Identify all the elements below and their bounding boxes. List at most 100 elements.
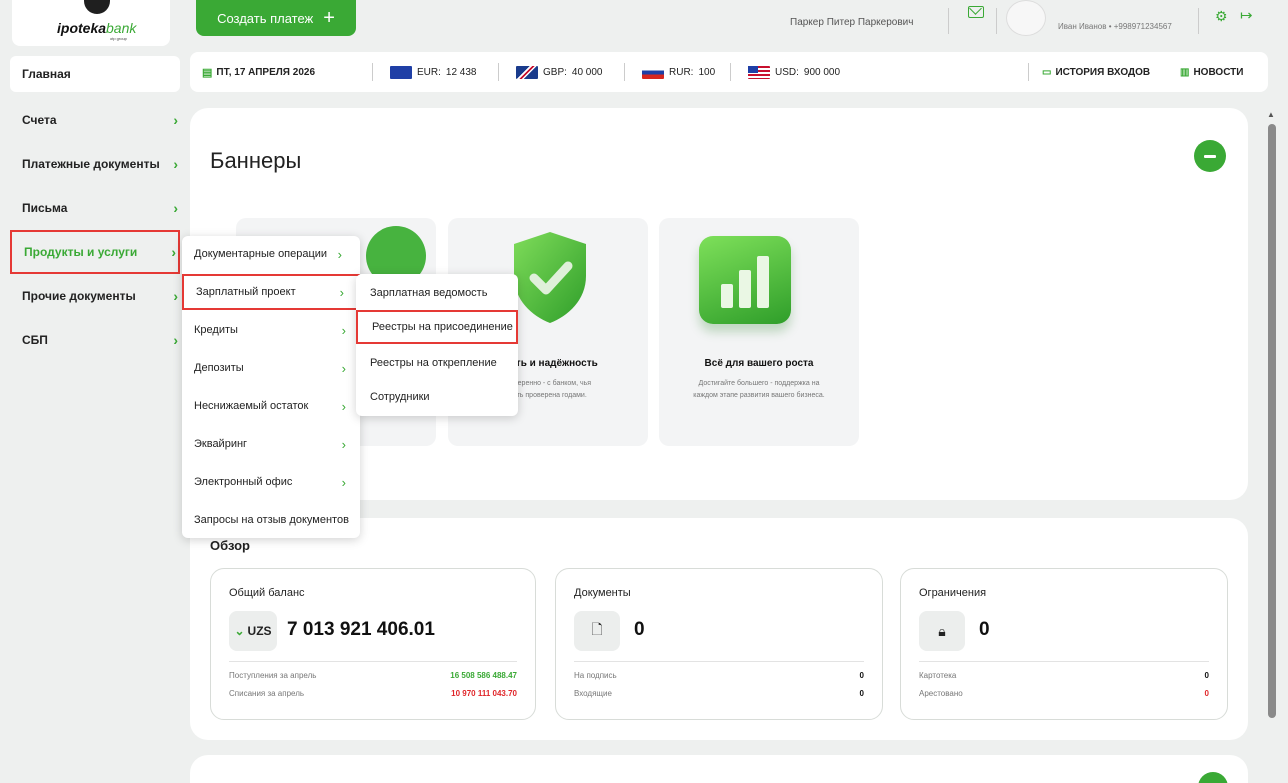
create-payment-button[interactable]: Создать платеж +: [196, 0, 356, 36]
menu-item-label: Реестры на открепление: [370, 357, 497, 369]
menu-item-label: Электронный офис: [194, 476, 293, 488]
incoming-row: Входящие 0: [574, 689, 864, 698]
menu-item-payroll[interactable]: Зарплатная ведомость: [356, 276, 518, 310]
documents-label: Документы: [574, 587, 631, 599]
divider: [372, 63, 373, 81]
currency-code: UZS: [247, 624, 272, 638]
balance-amount: 7 013 921 406.01: [287, 619, 435, 640]
chevron-right-icon: ›: [337, 246, 342, 262]
currency-code: GBP:: [543, 66, 567, 78]
menu-item-deposits[interactable]: Депозиты ›: [182, 350, 360, 386]
user-name: Паркер Питер Паркерович: [790, 17, 914, 28]
news-label: НОВОСТИ: [1193, 66, 1244, 78]
row-value: 0: [1204, 689, 1209, 698]
sidebar-item-main[interactable]: Главная: [10, 56, 180, 92]
arrested-row: Арестовано 0: [919, 689, 1209, 698]
chevron-right-icon: ›: [173, 112, 178, 128]
menu-item-min-balance[interactable]: Неснижаемый остаток ›: [182, 388, 360, 424]
news-link[interactable]: ▥ НОВОСТИ: [1180, 67, 1243, 78]
outcome-row: Списания за апрель 10 970 111 043.70: [229, 689, 517, 698]
chevron-right-icon: ›: [339, 284, 344, 300]
currency-eur: EUR: 12 438: [390, 65, 477, 79]
currency-usd: USD: 900 000: [748, 65, 841, 79]
divider: [1198, 8, 1199, 34]
account-info: Иван Иванов • +998971234567: [1058, 22, 1172, 31]
restrictions-count: 0: [979, 619, 990, 640]
scroll-up-arrow-icon[interactable]: ▲: [1267, 110, 1275, 119]
currency-value: 900 000: [803, 66, 841, 78]
divider: [730, 63, 731, 81]
chevron-right-icon: ›: [341, 474, 346, 490]
sidebar-item-letters[interactable]: Письма ›: [10, 186, 180, 230]
bottom-panel: [190, 755, 1248, 783]
menu-item-salary-project[interactable]: Зарплатный проект ›: [182, 274, 360, 310]
documents-count: 0: [634, 619, 645, 640]
sidebar-item-label: Счета: [22, 113, 57, 127]
currency-gbp: GBP: 40 000: [516, 65, 603, 79]
balance-card[interactable]: Общий баланс ⌄ UZS 7 013 921 406.01 Посту…: [210, 568, 536, 720]
menu-item-join-registers[interactable]: Реестры на присоединение: [356, 310, 518, 344]
logout-icon[interactable]: ↦: [1240, 6, 1253, 24]
info-bar: ▤ ПТ, 17 АПРЕЛЯ 2026 EUR: 12 438 GBP: 40 00…: [190, 52, 1268, 92]
restrictions-label: Ограничения: [919, 587, 987, 599]
monitor-icon: ▭: [1042, 66, 1052, 78]
banner-card[interactable]: Всё для вашего роста Достигайте большего…: [659, 218, 859, 446]
calendar-icon: ▤: [202, 66, 213, 79]
menu-item-e-office[interactable]: Электронный офис ›: [182, 464, 360, 500]
logo-subtext: otp group: [110, 36, 127, 41]
menu-item-detach-registers[interactable]: Реестры на открепление: [356, 346, 518, 380]
scrollbar-thumb[interactable]: [1268, 124, 1276, 718]
top-header: ipotekabank otp group Создать платеж + П…: [0, 0, 1288, 48]
restrictions-card[interactable]: Ограничения 🔒︎ 0 Картотека 0 Арестовано 0: [900, 568, 1228, 720]
menu-item-label: Реестры на присоединение: [372, 321, 513, 333]
menu-item-label: Зарплатная ведомость: [370, 287, 488, 299]
menu-item-acquiring[interactable]: Эквайринг ›: [182, 426, 360, 462]
row-value: 0: [859, 671, 864, 680]
sidebar-item-accounts[interactable]: Счета ›: [10, 98, 180, 142]
overview-panel: Обзор Общий баланс ⌄ UZS 7 013 921 406.01…: [190, 518, 1248, 740]
bank-logo[interactable]: ipotekabank otp group: [12, 0, 170, 46]
mail-icon[interactable]: [968, 6, 984, 18]
sidebar-item-other-docs[interactable]: Прочие документы ›: [10, 274, 180, 318]
plus-icon: +: [323, 7, 335, 29]
row-label: Входящие: [574, 689, 612, 698]
menu-item-documentary-operations[interactable]: Документарные операции ›: [182, 236, 360, 272]
collapse-button[interactable]: [1194, 140, 1226, 172]
menu-item-employees[interactable]: Сотрудники: [356, 380, 518, 414]
us-flag-icon: [748, 65, 770, 79]
banners-title: Баннеры: [210, 148, 302, 173]
avatar[interactable]: [1006, 0, 1046, 36]
lock-icon: 🔒︎: [919, 611, 965, 651]
gb-flag-icon: [516, 65, 538, 79]
sidebar-item-label: Продукты и услуги: [24, 245, 138, 259]
chevron-down-icon: ⌄: [234, 624, 245, 638]
chevron-right-icon: ›: [171, 244, 176, 260]
documents-card[interactable]: Документы 🗋 0 На подпись 0 Входящие 0: [555, 568, 883, 720]
menu-item-label: Кредиты: [194, 324, 238, 336]
chevron-right-icon: ›: [173, 332, 178, 348]
divider: [574, 661, 864, 662]
menu-item-credits[interactable]: Кредиты ›: [182, 312, 360, 348]
divider: [996, 8, 997, 34]
settings-icon[interactable]: ⚙: [1215, 8, 1228, 25]
currency-value: 100: [698, 66, 716, 78]
menu-item-label: Депозиты: [194, 362, 244, 374]
menu-item-revoke-requests[interactable]: Запросы на отзыв документов: [182, 502, 360, 538]
menu-item-label: Зарплатный проект: [196, 286, 296, 298]
login-history-link[interactable]: ▭ ИСТОРИЯ ВХОДОВ: [1042, 67, 1150, 78]
sidebar-item-payment-docs[interactable]: Платежные документы ›: [10, 142, 180, 186]
divider: [624, 63, 625, 81]
sidebar-item-sbp[interactable]: СБП ›: [10, 318, 180, 362]
divider: [498, 63, 499, 81]
logo-mark-icon: [84, 0, 110, 14]
eu-flag-icon: [390, 65, 412, 79]
currency-selector[interactable]: ⌄ UZS: [229, 611, 277, 651]
divider: [229, 661, 517, 662]
currency-rur: RUR: 100: [642, 65, 716, 79]
chevron-right-icon: ›: [173, 288, 178, 304]
sidebar-item-label: Платежные документы: [22, 157, 160, 171]
news-icon: ▥: [1180, 66, 1190, 78]
sidebar-item-products[interactable]: Продукты и услуги ›: [10, 230, 180, 274]
chevron-right-icon: ›: [341, 360, 346, 376]
row-label: Поступления за апрель: [229, 671, 317, 680]
